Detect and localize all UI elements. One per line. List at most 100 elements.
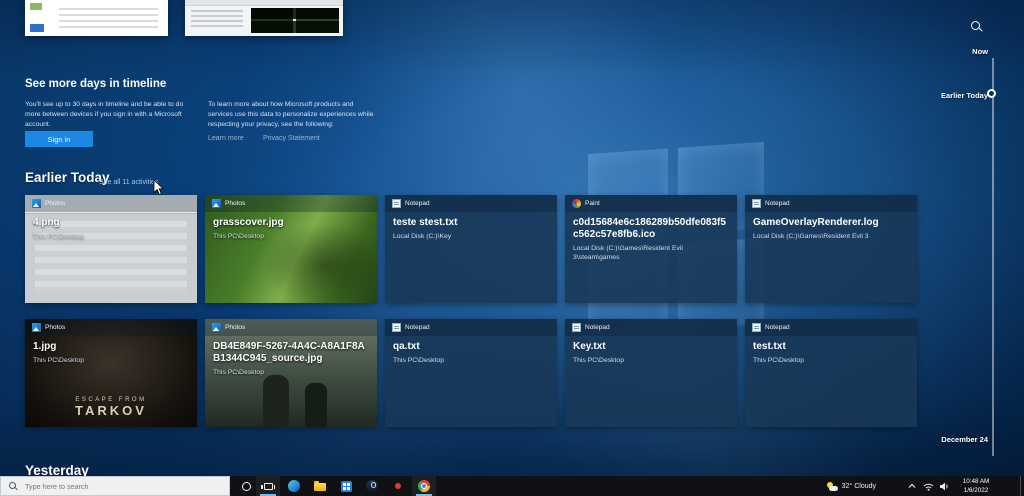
card-path: Local Disk (C:)\Games\Resident Evil 3 — [753, 232, 909, 241]
promo-left-text: You'll see up to 30 days in timeline and… — [25, 100, 197, 131]
card-header: Notepad — [385, 319, 557, 336]
privacy-statement-link[interactable]: Privacy Statement — [263, 135, 320, 142]
opera-icon — [395, 483, 401, 489]
card-path: This PC\Desktop — [33, 356, 189, 365]
timeline-scrubber-track[interactable] — [992, 58, 994, 456]
activity-card[interactable]: Photos grasscover.jpg This PC\Desktop — [205, 195, 377, 303]
steam-icon — [366, 480, 378, 492]
chrome-icon — [418, 480, 430, 492]
card-path: Local Disk (C:)\Games\Resident Evil 3\st… — [573, 244, 729, 262]
sign-in-button[interactable]: Sign in — [25, 131, 93, 147]
app-icon — [392, 323, 401, 332]
search-input[interactable] — [25, 477, 225, 495]
card-path: This PC\Desktop — [213, 232, 369, 241]
promo-title: See more days in timeline — [25, 78, 166, 90]
activity-card[interactable]: Notepad test.txt This PC\Desktop — [745, 319, 917, 427]
card-header: Paint — [565, 195, 737, 212]
chevron-up-icon — [908, 483, 916, 489]
card-header: Photos — [25, 319, 197, 336]
file-explorer-icon — [314, 483, 326, 491]
timeline-scrubber-handle[interactable] — [987, 89, 996, 98]
activity-grid-row-2: ESCAPE FROMTARKOV Photos 1.jpg This PC\D… — [25, 319, 917, 427]
wifi-icon — [923, 482, 934, 491]
card-app-name: Photos — [225, 324, 245, 331]
search-icon — [9, 482, 16, 489]
activity-card[interactable]: Notepad teste stest.txt Local Disk (C:)\… — [385, 195, 557, 303]
card-path: This PC\Desktop — [573, 356, 729, 365]
card-body: c0d15684e6c186289b50dfe083f5c562c57e8fb6… — [565, 212, 737, 262]
activity-card[interactable]: ESCAPE FROMTARKOV Photos 1.jpg This PC\D… — [25, 319, 197, 427]
tray-volume-button[interactable] — [936, 476, 952, 496]
tray-network-button[interactable] — [920, 476, 936, 496]
card-app-name: Notepad — [765, 200, 790, 207]
timeline-task-view: Now Earlier Today December 24 See more d… — [0, 0, 1024, 496]
clock-time: 10:48 AM — [963, 477, 990, 486]
taskbar-app-steam[interactable] — [360, 476, 384, 496]
card-body: teste stest.txt Local Disk (C:)\Key — [385, 212, 557, 241]
taskbar-clock[interactable]: 10:48 AM 1/6/2022 — [954, 476, 998, 496]
activity-card[interactable]: Photos DB4E849F-5267-4A4C-A8A1F8AB1344C9… — [205, 319, 377, 427]
card-title: DB4E849F-5267-4A4C-A8A1F8AB1344C945_sour… — [213, 341, 369, 365]
app-icon — [572, 323, 581, 332]
learn-more-link[interactable]: Learn more — [208, 135, 244, 142]
card-title: 4.png — [33, 217, 189, 229]
taskbar-app-chrome[interactable] — [412, 476, 436, 496]
app-icon — [212, 199, 221, 208]
thumbnail-content — [30, 24, 44, 32]
card-title: c0d15684e6c186289b50dfe083f5c562c57e8fb6… — [573, 217, 729, 241]
thumbnail-content — [251, 8, 339, 33]
app-icon — [752, 199, 761, 208]
app-icon — [572, 199, 581, 208]
card-body: test.txt This PC\Desktop — [745, 336, 917, 365]
taskbar-weather-widget[interactable]: 32° Cloudy — [827, 476, 876, 496]
app-icon — [752, 323, 761, 332]
thumbnail-content — [30, 3, 42, 10]
card-body: 4.png This PC\Desktop — [25, 212, 197, 241]
card-body: grasscover.jpg This PC\Desktop — [205, 212, 377, 241]
weather-label: 32° Cloudy — [842, 483, 876, 490]
card-title: qa.txt — [393, 341, 549, 353]
card-title: test.txt — [753, 341, 909, 353]
window-thumbnail-2[interactable] — [185, 0, 343, 36]
activity-card[interactable]: Photos 4.png This PC\Desktop — [25, 195, 197, 303]
taskbar-app-file-explorer[interactable] — [308, 476, 332, 496]
card-title: GameOverlayRenderer.log — [753, 217, 909, 229]
cortana-button[interactable] — [234, 476, 258, 496]
activity-grid-row-1: Photos 4.png This PC\Desktop Photos gras… — [25, 195, 917, 303]
see-all-activities-link[interactable]: See all 11 activities — [99, 179, 158, 186]
timeline-search-button[interactable] — [971, 21, 985, 35]
card-body: qa.txt This PC\Desktop — [385, 336, 557, 365]
card-header: Notepad — [565, 319, 737, 336]
card-header: Notepad — [745, 319, 917, 336]
taskbar: 32° Cloudy 10:48 AM 1/6/2022 — [0, 476, 1024, 496]
activity-card[interactable]: Notepad Key.txt This PC\Desktop — [565, 319, 737, 427]
taskbar-app-edge[interactable] — [282, 476, 306, 496]
card-app-name: Notepad — [585, 324, 610, 331]
show-desktop-button[interactable] — [1020, 476, 1024, 496]
rail-label-now: Now — [972, 47, 988, 56]
card-app-name: Notepad — [405, 200, 430, 207]
card-title: Key.txt — [573, 341, 729, 353]
card-path: Local Disk (C:)\Key — [393, 232, 549, 241]
card-header: Photos — [205, 319, 377, 336]
task-view-button[interactable] — [256, 476, 280, 496]
activity-card[interactable]: Notepad GameOverlayRenderer.log Local Di… — [745, 195, 917, 303]
card-body: DB4E849F-5267-4A4C-A8A1F8AB1344C945_sour… — [205, 336, 377, 377]
thumbnail-content — [191, 10, 243, 30]
taskbar-app-opera[interactable] — [386, 476, 410, 496]
task-view-icon — [264, 483, 273, 490]
activity-card[interactable]: Notepad qa.txt This PC\Desktop — [385, 319, 557, 427]
rail-label-december-24: December 24 — [941, 435, 988, 444]
tray-show-hidden-icons-button[interactable] — [904, 476, 920, 496]
cortana-icon — [242, 482, 251, 491]
weather-cloudy-icon — [827, 482, 838, 491]
taskbar-app-store[interactable] — [334, 476, 358, 496]
search-icon — [971, 21, 980, 30]
activity-card[interactable]: Paint c0d15684e6c186289b50dfe083f5c562c5… — [565, 195, 737, 303]
card-app-name: Notepad — [405, 324, 430, 331]
card-path: This PC\Desktop — [393, 356, 549, 365]
taskbar-search-box[interactable] — [0, 476, 230, 496]
app-icon — [212, 323, 221, 332]
window-thumbnail-1[interactable] — [25, 0, 168, 36]
card-header: Photos — [25, 195, 197, 212]
